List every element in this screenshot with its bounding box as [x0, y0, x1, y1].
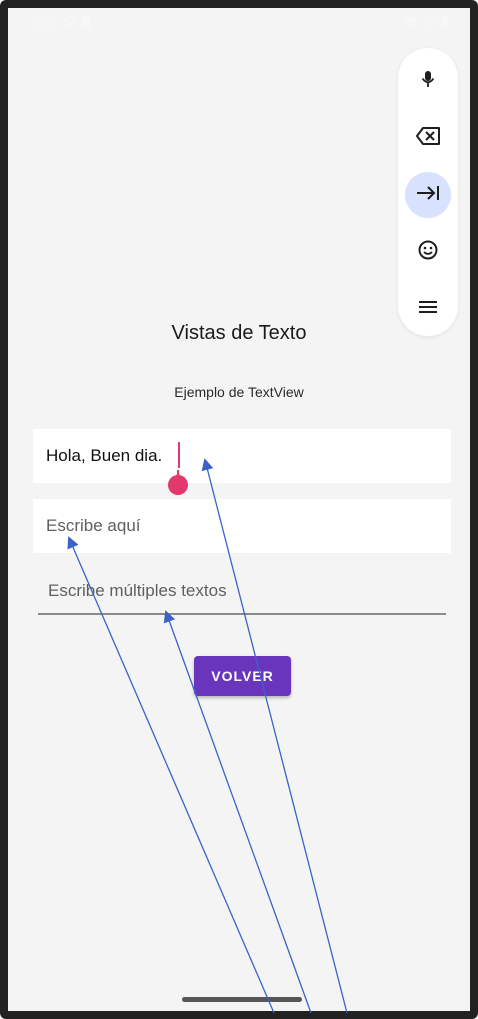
cursor-handle[interactable] [167, 470, 189, 496]
emoji-button[interactable] [405, 229, 451, 275]
single-line-input[interactable]: Escribe aquí [33, 499, 451, 553]
text-input-field[interactable]: Hola, Buen dia. [33, 429, 451, 483]
single-line-placeholder: Escribe aquí [46, 516, 141, 535]
sim-card-icon [81, 15, 92, 29]
menu-icon [418, 299, 438, 320]
signal-icon [424, 16, 435, 28]
status-bar: 5:46 [8, 8, 470, 36]
backspace-button[interactable] [405, 115, 451, 161]
page-subtitle: Ejemplo de TextView [174, 384, 304, 400]
tab-arrow-icon [415, 183, 441, 208]
battery-icon [441, 15, 448, 29]
microphone-button[interactable] [405, 58, 451, 104]
emoji-icon [417, 239, 439, 266]
phone-frame: 5:46 Vistas de Texto Ejemplo de TextView… [0, 0, 478, 1019]
do-not-disturb-icon [63, 16, 76, 28]
microphone-icon [417, 68, 439, 95]
gesture-nav-handle[interactable] [182, 997, 302, 1002]
status-time: 5:46 [32, 14, 58, 30]
tab-button[interactable] [405, 172, 451, 218]
page-title: Vistas de Texto [171, 322, 307, 344]
multi-line-input[interactable]: Escribe múltiples textos [38, 581, 446, 615]
keyboard-floating-toolbar [398, 48, 458, 336]
text-input-value: Hola, Buen dia. [46, 446, 163, 465]
backspace-icon [415, 126, 441, 151]
multi-line-placeholder: Escribe múltiples textos [48, 581, 227, 600]
text-cursor [178, 442, 180, 468]
wifi-icon [404, 16, 418, 28]
volver-button[interactable]: VOLVER [194, 656, 291, 696]
